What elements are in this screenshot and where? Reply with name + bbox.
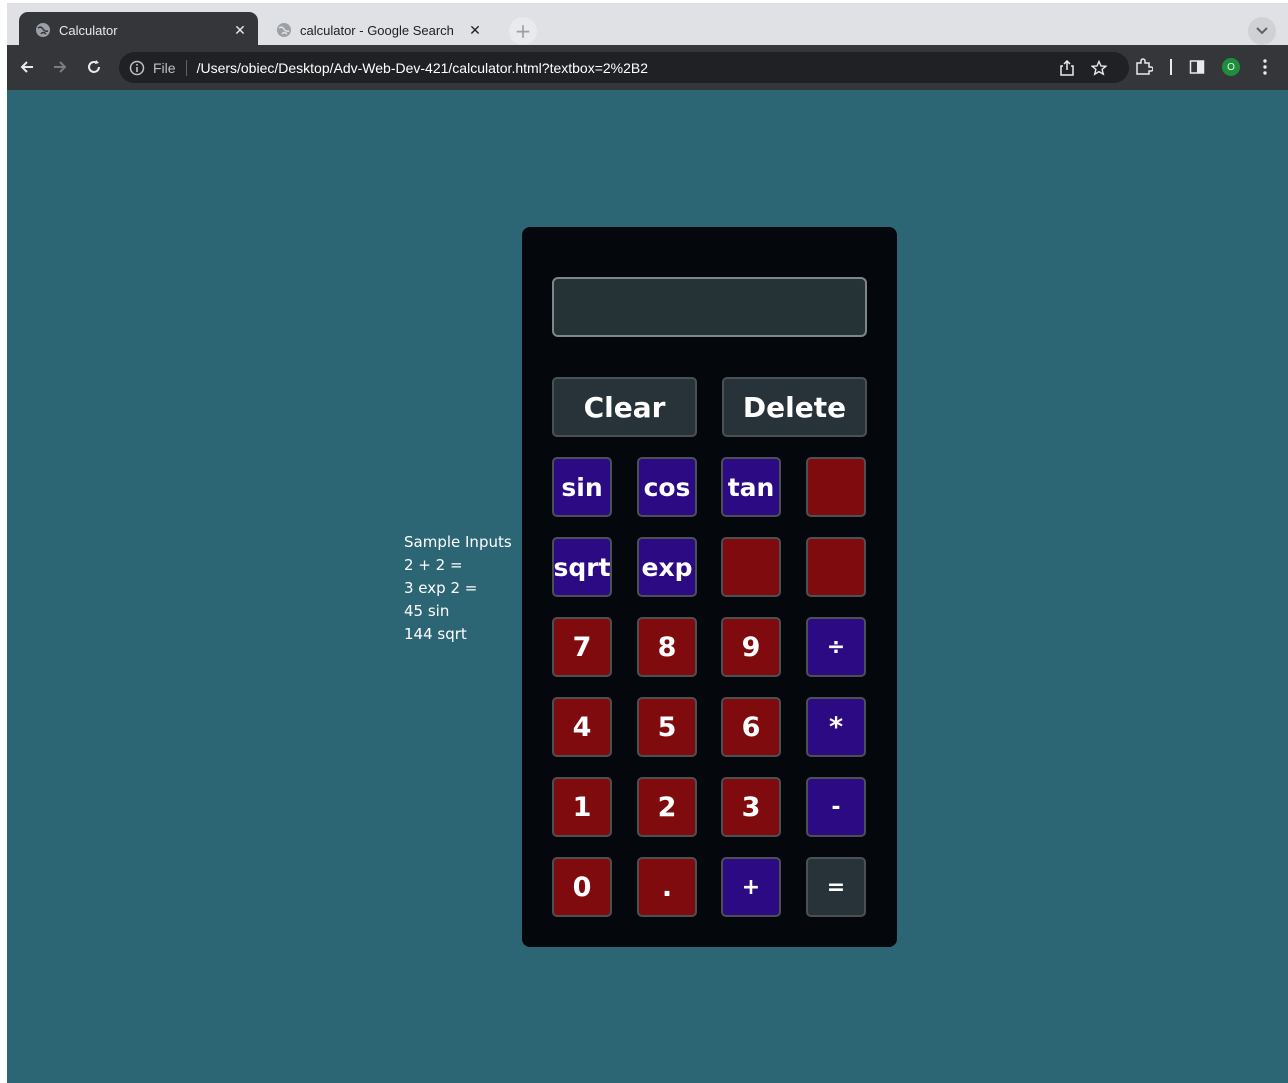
- new-tab-button[interactable]: +: [509, 17, 537, 45]
- close-tab-icon[interactable]: ✕: [230, 20, 250, 40]
- url-text: /Users/obiec/Desktop/Adv-Web-Dev-421/cal…: [196, 59, 649, 76]
- minus-button[interactable]: -: [806, 777, 866, 837]
- sample-line: 2 + 2 =: [404, 556, 463, 574]
- globe-icon: [277, 23, 291, 37]
- browser-toolbar: File /Users/obiec/Desktop/Adv-Web-Dev-42…: [7, 45, 1288, 90]
- tab-title: calculator - Google Search: [300, 22, 454, 38]
- digit-8-button[interactable]: 8: [637, 617, 697, 677]
- digit-7-button[interactable]: 7: [552, 617, 612, 677]
- forward-arrow-icon: [54, 61, 67, 73]
- digit-2-button[interactable]: 2: [637, 777, 697, 837]
- digit-0-button[interactable]: 0: [552, 857, 612, 917]
- tab-google-search[interactable]: calculator - Google Search ✕: [260, 12, 493, 48]
- reload-button[interactable]: [82, 55, 106, 79]
- blank-button[interactable]: [721, 537, 781, 597]
- plus-button[interactable]: +: [721, 857, 781, 917]
- tab-title: Calculator: [59, 22, 118, 38]
- back-arrow-icon: [20, 61, 33, 73]
- sample-inputs-title: Sample Inputs: [404, 533, 512, 551]
- share-icon[interactable]: [1057, 58, 1077, 78]
- sqrt-button[interactable]: sqrt: [552, 537, 612, 597]
- equals-button[interactable]: =: [806, 857, 866, 917]
- decimal-button[interactable]: .: [637, 857, 697, 917]
- sample-line: 144 sqrt: [404, 625, 467, 643]
- side-panel-icon[interactable]: [1187, 57, 1207, 77]
- profile-avatar[interactable]: O: [1222, 58, 1240, 76]
- sample-line: 45 sin: [404, 602, 450, 620]
- globe-icon: [36, 23, 50, 37]
- digit-1-button[interactable]: 1: [552, 777, 612, 837]
- url-scheme: File: [153, 59, 176, 76]
- reload-icon: [88, 60, 100, 73]
- blank-button[interactable]: [806, 537, 866, 597]
- tab-strip: Calculator ✕ calculator - Google Search …: [7, 3, 1288, 48]
- sin-button[interactable]: sin: [552, 457, 612, 517]
- chevron-down-icon: [1256, 27, 1268, 35]
- back-button[interactable]: [15, 55, 39, 79]
- bookmark-star-icon[interactable]: [1089, 58, 1109, 78]
- exp-button[interactable]: exp: [637, 537, 697, 597]
- tan-button[interactable]: tan: [721, 457, 781, 517]
- digit-9-button[interactable]: 9: [721, 617, 781, 677]
- sample-line: 3 exp 2 =: [404, 579, 478, 597]
- tab-search-button[interactable]: [1248, 17, 1276, 45]
- clear-button[interactable]: Clear: [552, 377, 697, 437]
- divide-button[interactable]: ÷: [806, 617, 866, 677]
- more-menu-icon[interactable]: [1255, 57, 1275, 77]
- divider: [185, 59, 187, 76]
- cos-button[interactable]: cos: [637, 457, 697, 517]
- digit-5-button[interactable]: 5: [637, 697, 697, 757]
- address-bar[interactable]: File /Users/obiec/Desktop/Adv-Web-Dev-42…: [119, 52, 1129, 83]
- toolbar-divider: [1170, 59, 1172, 75]
- delete-button[interactable]: Delete: [722, 377, 867, 437]
- extensions-icon[interactable]: [1134, 57, 1154, 77]
- digit-6-button[interactable]: 6: [721, 697, 781, 757]
- digit-3-button[interactable]: 3: [721, 777, 781, 837]
- sample-inputs: Sample Inputs 2 + 2 = 3 exp 2 = 45 sin 1…: [404, 531, 512, 646]
- calculator-display[interactable]: [552, 277, 867, 337]
- page-content: Sample Inputs 2 + 2 = 3 exp 2 = 45 sin 1…: [7, 90, 1288, 1083]
- tab-calculator[interactable]: Calculator ✕: [19, 12, 258, 48]
- blank-button[interactable]: [806, 457, 866, 517]
- close-tab-icon[interactable]: ✕: [465, 20, 485, 40]
- calculator: Clear Delete sin cos tan sqrt exp 7 8 9 …: [522, 227, 897, 947]
- info-icon: [129, 60, 145, 75]
- digit-4-button[interactable]: 4: [552, 697, 612, 757]
- multiply-button[interactable]: *: [806, 697, 866, 757]
- forward-button[interactable]: [48, 55, 72, 79]
